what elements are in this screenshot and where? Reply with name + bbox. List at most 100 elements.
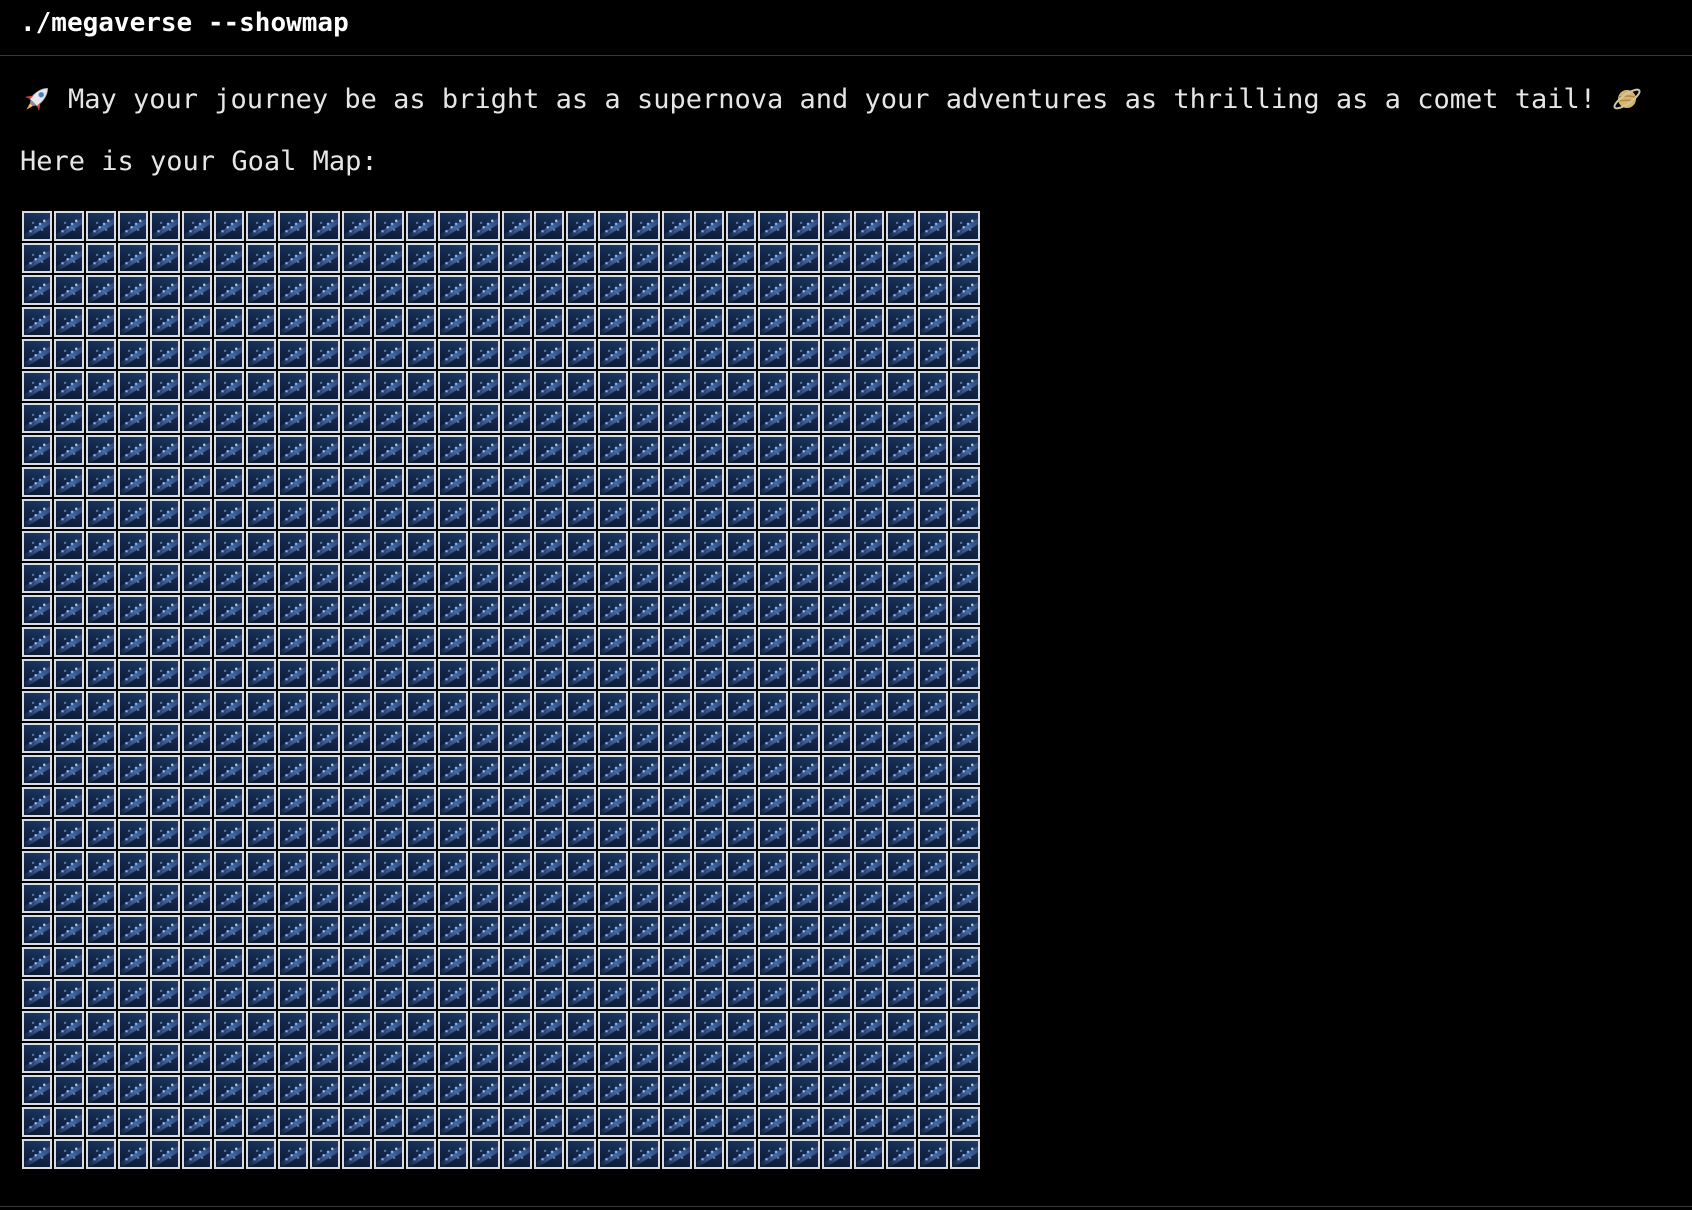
map-cell (949, 306, 981, 338)
map-cell (501, 754, 533, 786)
milky-way-icon (758, 563, 788, 593)
map-cell (213, 754, 245, 786)
milky-way-icon (822, 435, 852, 465)
milky-way-icon (22, 595, 52, 625)
milky-way-icon (342, 947, 372, 977)
map-cell (469, 882, 501, 914)
map-cell (853, 978, 885, 1010)
milky-way-icon (630, 371, 660, 401)
milky-way-icon (950, 947, 980, 977)
map-cell (437, 1074, 469, 1106)
milky-way-icon (790, 691, 820, 721)
map-cell (565, 338, 597, 370)
map-cell (757, 434, 789, 466)
map-cell (821, 978, 853, 1010)
milky-way-icon (86, 563, 116, 593)
map-cell (277, 754, 309, 786)
map-cell (117, 626, 149, 658)
map-cell (373, 498, 405, 530)
map-cell (181, 338, 213, 370)
milky-way-icon (54, 307, 84, 337)
map-cell (917, 850, 949, 882)
map-cell (469, 466, 501, 498)
milky-way-icon (790, 819, 820, 849)
milky-way-icon (438, 787, 468, 817)
map-cell (277, 562, 309, 594)
map-cell (405, 1106, 437, 1138)
map-cell (597, 242, 629, 274)
map-cell (661, 530, 693, 562)
milky-way-icon (662, 243, 692, 273)
map-cell (341, 786, 373, 818)
milky-way-icon (758, 755, 788, 785)
map-cell (21, 786, 53, 818)
milky-way-icon (694, 627, 724, 657)
milky-way-icon (54, 691, 84, 721)
map-cell (405, 210, 437, 242)
milky-way-icon (630, 915, 660, 945)
map-cell (85, 530, 117, 562)
map-cell (661, 1138, 693, 1170)
milky-way-icon (726, 947, 756, 977)
map-cell (277, 370, 309, 402)
map-cell (437, 786, 469, 818)
map-cell (757, 466, 789, 498)
milky-way-icon (150, 371, 180, 401)
map-cell (693, 1138, 725, 1170)
milky-way-icon (118, 787, 148, 817)
milky-way-icon (630, 947, 660, 977)
milky-way-icon (630, 467, 660, 497)
map-cell (149, 1138, 181, 1170)
map-cell (533, 306, 565, 338)
milky-way-icon (822, 883, 852, 913)
map-cell (117, 690, 149, 722)
map-cell (469, 370, 501, 402)
map-cell (117, 754, 149, 786)
milky-way-icon (758, 787, 788, 817)
milky-way-icon (694, 979, 724, 1009)
map-cell (821, 946, 853, 978)
map-cell (373, 690, 405, 722)
milky-way-icon (182, 1139, 212, 1169)
map-cell (565, 498, 597, 530)
map-cell (373, 466, 405, 498)
milky-way-icon (726, 275, 756, 305)
map-cell (565, 594, 597, 626)
milky-way-icon (182, 851, 212, 881)
map-cell (373, 210, 405, 242)
milky-way-icon (86, 1139, 116, 1169)
map-cell (597, 626, 629, 658)
map-cell (885, 690, 917, 722)
milky-way-icon (374, 243, 404, 273)
milky-way-icon (822, 403, 852, 433)
milky-way-icon (534, 691, 564, 721)
map-cell (533, 274, 565, 306)
milky-way-icon (54, 979, 84, 1009)
divider (0, 1206, 1692, 1207)
milky-way-icon (502, 307, 532, 337)
milky-way-icon (278, 403, 308, 433)
milky-way-icon (822, 787, 852, 817)
map-cell (117, 1106, 149, 1138)
map-cell (437, 1042, 469, 1074)
map-cell (853, 1042, 885, 1074)
milky-way-icon (630, 531, 660, 561)
milky-way-icon (374, 531, 404, 561)
milky-way-icon (214, 627, 244, 657)
map-cell (917, 338, 949, 370)
milky-way-icon (118, 275, 148, 305)
milky-way-icon (854, 627, 884, 657)
map-cell (309, 210, 341, 242)
map-cell (213, 562, 245, 594)
map-cell (757, 338, 789, 370)
milky-way-icon (86, 595, 116, 625)
milky-way-icon (182, 947, 212, 977)
milky-way-icon (918, 243, 948, 273)
map-cell (277, 1042, 309, 1074)
milky-way-icon (310, 691, 340, 721)
milky-way-icon (150, 915, 180, 945)
milky-way-icon (54, 435, 84, 465)
map-cell (373, 338, 405, 370)
milky-way-icon (278, 1011, 308, 1041)
milky-way-icon (790, 1139, 820, 1169)
